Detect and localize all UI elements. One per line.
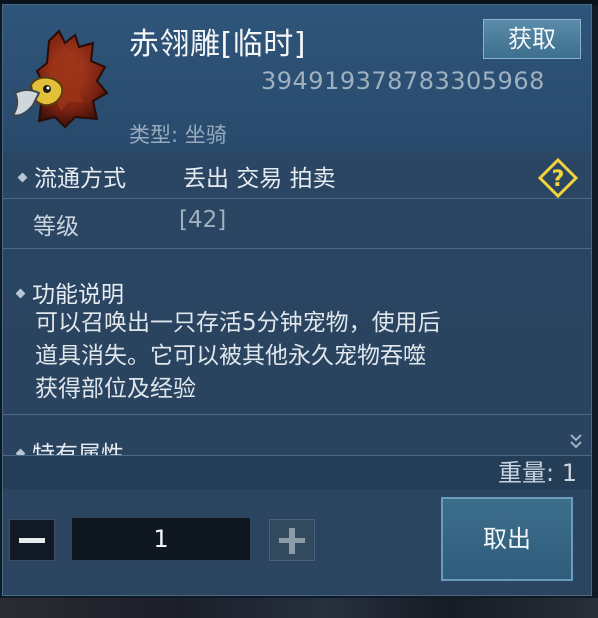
bullet-diamond-icon	[15, 288, 26, 299]
plus-icon-vertical	[289, 528, 295, 554]
special-label: 特有属性	[32, 442, 124, 455]
circulation-row: 流通方式 丢出 交易 拍卖 ?	[3, 151, 591, 199]
description-line: 道具消失。它可以被其他永久宠物吞噬	[35, 343, 426, 369]
description-line: 可以召唤出一只存活5分钟宠物，使用后	[35, 310, 441, 336]
background-bottom	[0, 598, 598, 618]
weight-text: 重量: 1	[498, 459, 577, 487]
get-button[interactable]: 获取	[483, 19, 581, 59]
special-attributes-row[interactable]: 特有属性	[3, 415, 591, 455]
increase-quantity-button[interactable]	[269, 519, 315, 561]
minus-icon	[19, 538, 45, 543]
function-row: 功能说明 可以召唤出一只存活5分钟宠物，使用后 道具消失。它可以被其他永久宠物吞…	[3, 249, 591, 415]
level-label: 等级	[33, 214, 79, 240]
scroll-down-icon[interactable]	[569, 431, 583, 453]
decrease-quantity-button[interactable]	[9, 519, 55, 561]
svg-text:?: ?	[552, 167, 565, 192]
function-label-wrap: 功能说明	[15, 275, 124, 309]
action-area: 1 取出	[3, 489, 591, 595]
circulation-label-wrap: 流通方式	[17, 159, 126, 193]
eagle-mount-icon	[9, 27, 113, 131]
take-out-button[interactable]: 取出	[441, 497, 573, 581]
weight-bar: 重量: 1	[3, 455, 591, 490]
item-tooltip-panel: 赤翎雕[临时] 获取 394919378783305968 类型: 坐骑 流通方…	[2, 4, 592, 596]
item-header: 赤翎雕[临时] 获取 394919378783305968 类型: 坐骑	[3, 5, 591, 151]
circulation-value: 丢出 交易 拍卖	[183, 166, 336, 192]
level-row: 等级 [42]	[3, 199, 591, 249]
level-value: [42]	[179, 207, 227, 233]
help-diamond-icon[interactable]: ?	[537, 157, 579, 199]
bullet-diamond-icon	[17, 172, 28, 183]
circulation-label: 流通方式	[34, 166, 126, 192]
item-name: 赤翎雕[临时]	[129, 27, 306, 62]
function-label: 功能说明	[32, 282, 124, 308]
item-type: 类型: 坐骑	[129, 123, 227, 147]
description-line: 获得部位及经验	[35, 376, 196, 402]
special-label-wrap: 特有属性	[15, 435, 124, 455]
quantity-input[interactable]: 1	[71, 517, 251, 561]
function-description: 可以召唤出一只存活5分钟宠物，使用后 道具消失。它可以被其他永久宠物吞噬 获得部…	[35, 307, 555, 406]
item-id: 394919378783305968	[261, 67, 545, 95]
